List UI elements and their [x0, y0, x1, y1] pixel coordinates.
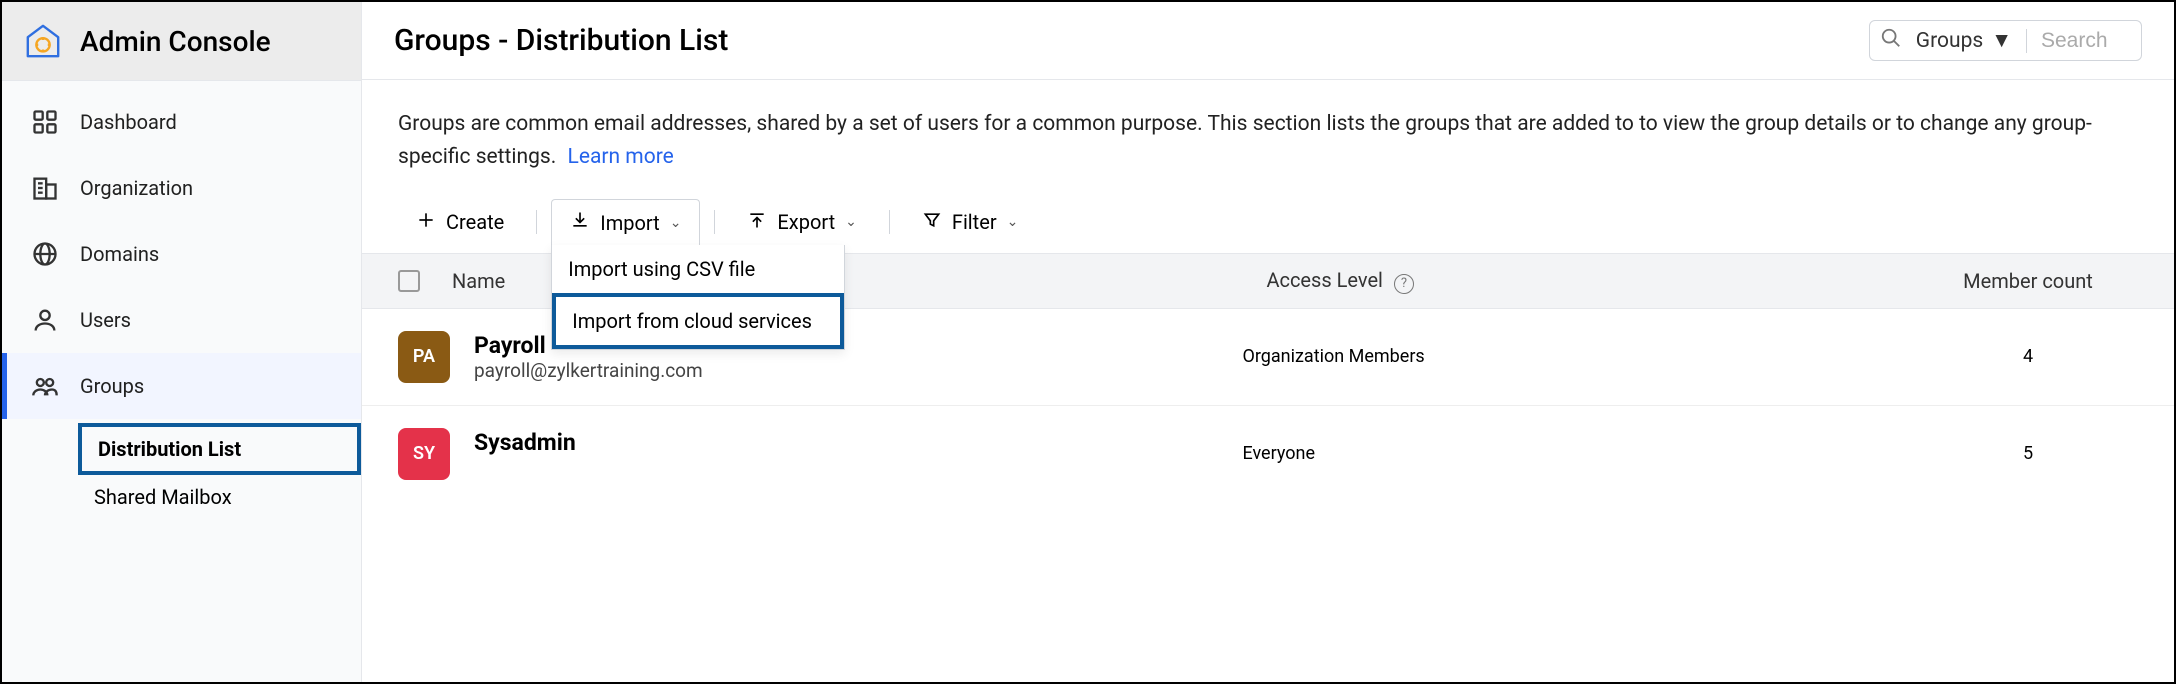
sidebar-item-organization[interactable]: Organization [2, 155, 361, 221]
dropdown-import-csv[interactable]: Import using CSV file [552, 245, 844, 293]
chevron-down-icon: ⌄ [845, 214, 857, 230]
caret-down-icon: ▼ [1991, 29, 2012, 53]
download-icon [570, 210, 590, 235]
help-icon[interactable]: ? [1394, 274, 1414, 294]
groups-subnav: Distribution List Shared Mailbox [2, 419, 361, 519]
subnav-distribution-list[interactable]: Distribution List [78, 423, 361, 475]
toolbar-divider [536, 210, 537, 234]
building-icon [30, 173, 60, 203]
group-access: Organization Members [1242, 346, 1918, 367]
globe-icon [30, 239, 60, 269]
import-dropdown: Import using CSV file Import from cloud … [551, 245, 845, 350]
export-button[interactable]: Export ⌄ [729, 200, 874, 245]
sidebar-nav: Dashboard Organization Domains Users [2, 81, 361, 519]
topbar: Groups - Distribution List Groups ▼ [362, 2, 2174, 80]
group-members: 4 [1918, 346, 2138, 367]
export-label: Export [777, 210, 835, 234]
filter-label: Filter [952, 210, 997, 234]
table-row[interactable]: SY Sysadmin sysadmin@zylkertraining.com … [362, 406, 2174, 502]
learn-more-link[interactable]: Learn more [568, 145, 674, 169]
sidebar-item-label: Users [80, 308, 131, 332]
filter-icon [922, 210, 942, 235]
toolbar-divider [889, 210, 890, 234]
group-avatar: SY [398, 428, 450, 480]
main-content: Groups - Distribution List Groups ▼ Grou… [362, 2, 2174, 682]
sidebar-item-domains[interactable]: Domains [2, 221, 361, 287]
header-members: Member count [1918, 269, 2138, 293]
filter-button[interactable]: Filter ⌄ [904, 200, 1036, 245]
sidebar-item-label: Groups [80, 374, 144, 398]
create-label: Create [446, 210, 504, 234]
sidebar-item-users[interactable]: Users [2, 287, 361, 353]
create-button[interactable]: Create [398, 200, 522, 245]
select-all-checkbox[interactable] [398, 270, 420, 292]
import-label: Import [600, 211, 659, 235]
import-button[interactable]: Import ⌄ [551, 199, 700, 245]
page-title: Groups - Distribution List [394, 23, 728, 58]
upload-icon [747, 210, 767, 235]
group-access: Everyone [1242, 443, 1918, 464]
search-icon [1880, 27, 1902, 54]
toolbar: Create Import ⌄ Import using CSV file Im… [398, 199, 2138, 245]
search-box: Groups ▼ [1869, 20, 2142, 61]
sidebar-item-label: Organization [80, 176, 193, 200]
page-description: Groups are common email addresses, share… [398, 108, 2138, 173]
chevron-down-icon: ⌄ [1007, 214, 1019, 230]
subnav-shared-mailbox[interactable]: Shared Mailbox [78, 475, 361, 519]
search-input[interactable] [2041, 29, 2131, 53]
toolbar-divider [714, 210, 715, 234]
group-email: payroll@zylkertraining.com [474, 359, 703, 382]
header-access: Access Level ? [1266, 268, 1918, 294]
sidebar-item-label: Dashboard [80, 110, 177, 134]
sidebar-item-label: Domains [80, 242, 159, 266]
dropdown-import-cloud[interactable]: Import from cloud services [552, 293, 844, 349]
plus-icon [416, 210, 436, 235]
group-avatar: PA [398, 331, 450, 383]
sidebar-header: Admin Console [2, 2, 361, 81]
search-scope-label: Groups [1916, 29, 1983, 53]
app-title: Admin Console [80, 25, 271, 58]
logo-icon [24, 22, 62, 60]
search-scope-selector[interactable]: Groups ▼ [1916, 29, 2027, 53]
dashboard-icon [30, 107, 60, 137]
user-icon [30, 305, 60, 335]
group-name: Sysadmin [474, 429, 728, 456]
sidebar-item-dashboard[interactable]: Dashboard [2, 89, 361, 155]
sidebar: Admin Console Dashboard Organization Dom… [2, 2, 362, 682]
content-area: Groups are common email addresses, share… [362, 80, 2174, 253]
group-icon [30, 371, 60, 401]
sidebar-item-groups[interactable]: Groups [2, 353, 361, 419]
group-members: 5 [1918, 443, 2138, 464]
chevron-down-icon: ⌄ [670, 215, 682, 231]
